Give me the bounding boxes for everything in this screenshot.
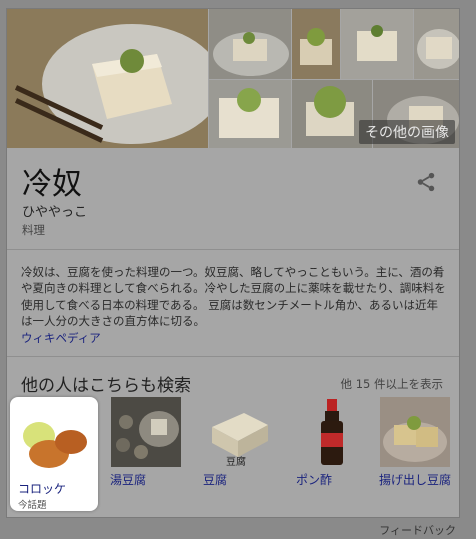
svg-text:豆腐: 豆腐 (226, 455, 246, 467)
croquette-image (19, 406, 89, 476)
agedashi-tofu-image (380, 397, 450, 467)
feedback-link[interactable]: フィードバック (379, 522, 456, 538)
knowledge-panel: その他の画像 冷奴 ひややっこ 料理 冷奴は、豆腐を使った料理の一つ。奴豆腐、略… (6, 8, 460, 518)
related-item-yudofu[interactable]: 湯豆腐 (102, 397, 190, 487)
tofu-image: 豆腐 (204, 397, 274, 467)
entity-category: 料理 (22, 223, 45, 237)
related-item-label: 湯豆腐 (110, 473, 147, 487)
related-item-label: 豆腐 (203, 473, 228, 487)
related-item-ponzu[interactable]: ポン酢 (288, 397, 376, 487)
image-gallery: その他の画像 (7, 9, 459, 148)
related-item-agedashi[interactable]: 揚げ出し豆腐 (371, 397, 459, 487)
related-searches-heading: 他の人はこちらも検索 (21, 376, 191, 396)
show-more-link[interactable]: 他 15 件以上を表示 (341, 376, 443, 392)
entity-title: 冷奴 (22, 167, 82, 202)
divider (7, 356, 459, 357)
ponzu-bottle-image (297, 397, 367, 467)
share-icon[interactable] (415, 171, 437, 193)
gallery-image-main[interactable] (7, 9, 208, 148)
related-item-tofu[interactable]: 豆腐 豆腐 (195, 397, 283, 487)
gallery-image-5[interactable] (414, 9, 459, 79)
description-text: 冷奴は、豆腐を使った料理の一つ。奴豆腐、略してやっこともいう。主に、酒の肴や夏向… (21, 265, 446, 329)
related-item-label: ポン酢 (296, 473, 333, 487)
gallery-image-6[interactable] (209, 80, 291, 148)
yudofu-image (111, 397, 181, 467)
related-item-croquette[interactable]: コロッケ 今話題 (10, 397, 98, 511)
gallery-image-2[interactable] (209, 9, 291, 79)
wikipedia-link[interactable]: ウィキペディア (21, 331, 101, 345)
entity-reading: ひややっこ (22, 205, 88, 220)
related-item-label: 揚げ出し豆腐 (379, 473, 452, 487)
related-item-sublabel: 今話題 (18, 500, 47, 511)
gallery-image-4[interactable] (341, 9, 413, 79)
divider (7, 249, 459, 250)
gallery-image-3[interactable] (292, 9, 340, 79)
related-item-label: コロッケ (18, 482, 67, 496)
more-photos-label[interactable]: その他の画像 (359, 120, 455, 144)
description: 冷奴は、豆腐を使った料理の一つ。奴豆腐、略してやっこともいう。主に、酒の肴や夏向… (21, 264, 449, 346)
